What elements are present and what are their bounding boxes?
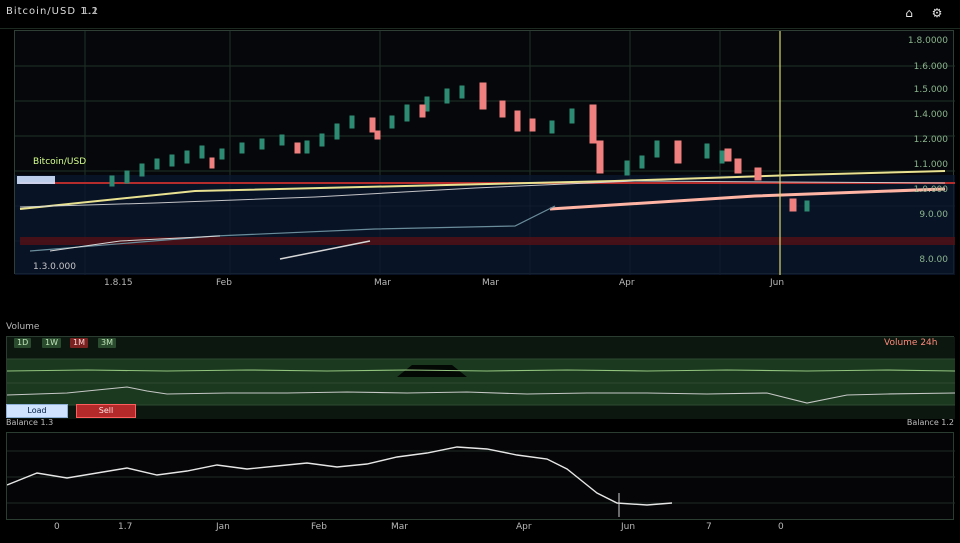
load-button[interactable]: Load <box>6 404 68 418</box>
window-subtitle: 1.2 <box>82 6 98 17</box>
price-label: 1.1.000 <box>913 160 948 170</box>
x2-tick: 1.7 <box>118 522 133 532</box>
price-label: 1.4.000 <box>913 110 948 120</box>
x-tick: Mar <box>482 278 499 288</box>
indicator-panel <box>6 336 956 419</box>
price-axis: 1.8.0000 1.6.000 1.5.000 1.4.000 1.2.000… <box>900 30 960 274</box>
price-label: 1.8.0000 <box>907 36 948 46</box>
x2-tick: 0 <box>778 522 784 532</box>
chip-1d[interactable]: 1D <box>14 338 32 348</box>
x2-tick: Apr <box>516 522 532 532</box>
price-label: 1.6.000 <box>913 62 948 72</box>
lower-panel <box>6 432 955 520</box>
main-lower-fill <box>15 175 955 275</box>
camera-icon[interactable]: ⌂ <box>902 6 916 20</box>
top-left-label: Bitcoin/USD <box>33 157 86 167</box>
x-tick: Mar <box>374 278 391 288</box>
chip-1m[interactable]: 1M <box>70 338 88 348</box>
price-label: 1.2.000 <box>913 135 948 145</box>
lower-x-axis: 0 1.7 Jan Feb Mar Apr Jun 7 0 <box>6 522 954 540</box>
indicator-header: Volume <box>0 320 960 336</box>
main-chart-panel: Bitcoin/USD 1.3.0.000 <box>14 30 955 275</box>
x-tick: Jun <box>770 278 785 288</box>
lower-left-label: Balance 1.3 <box>6 418 54 427</box>
x-tick: 1.8.15 <box>104 278 133 288</box>
top-toolbar: Bitcoin/USD 1.1 1.2 ⌂ ⚙ <box>0 0 960 29</box>
left-label-bg <box>17 176 55 184</box>
main-chart-svg: Bitcoin/USD 1.3.0.000 <box>15 31 955 275</box>
price-label: 1.5.000 <box>913 85 948 95</box>
chip-1w[interactable]: 1W <box>42 338 61 348</box>
x-tick: Apr <box>619 278 635 288</box>
main-x-axis: 1.8.15 Feb Mar Mar Apr Jun <box>14 276 954 294</box>
price-label: 8.0.00 <box>919 255 948 265</box>
lower-svg <box>6 446 955 517</box>
price-label: 9.0.00 <box>919 210 948 220</box>
indicator-badge: Volume 24h <box>884 338 938 348</box>
lower-right-label: Balance 1.2 <box>906 418 954 427</box>
x2-tick: Mar <box>391 522 408 532</box>
chip-3m[interactable]: 3M <box>98 338 116 348</box>
indicator-svg <box>6 337 956 419</box>
settings-icon[interactable]: ⚙ <box>930 6 944 20</box>
x2-tick: Jun <box>621 522 636 532</box>
sell-button[interactable]: Sell <box>76 404 136 418</box>
lower-header: Balance 1.3 Balance 1.2 <box>6 418 954 430</box>
bottom-left-label: 1.3.0.000 <box>33 262 76 272</box>
x2-tick: Feb <box>311 522 327 532</box>
x-tick: Feb <box>216 278 232 288</box>
x2-tick: 0 <box>54 522 60 532</box>
price-label: 1.0.000 <box>913 185 948 195</box>
x2-tick: Jan <box>216 522 230 532</box>
indicator-label: Volume <box>6 322 40 332</box>
x2-tick: 7 <box>706 522 712 532</box>
